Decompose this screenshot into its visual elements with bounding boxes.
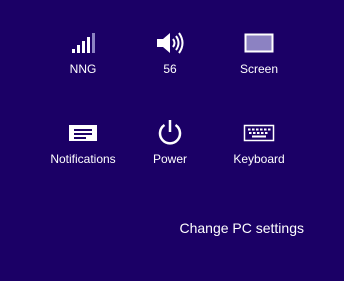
- keyboard-icon: [217, 115, 301, 151]
- keyboard-tile[interactable]: Keyboard: [217, 115, 301, 185]
- keyboard-label: Keyboard: [233, 152, 285, 166]
- power-icon: [128, 115, 212, 151]
- notifications-label: Notifications: [50, 152, 116, 166]
- wifi-signal-icon: [41, 25, 125, 61]
- volume-tile[interactable]: 56: [128, 25, 212, 95]
- notifications-icon: [41, 115, 125, 151]
- speaker-icon: [128, 25, 212, 61]
- volume-label: 56: [163, 62, 177, 76]
- network-label: NNG: [69, 62, 97, 76]
- notifications-tile[interactable]: Notifications: [41, 115, 125, 185]
- screen-label: Screen: [239, 62, 279, 76]
- power-label: Power: [152, 152, 187, 166]
- screen-tile[interactable]: Screen: [217, 25, 301, 95]
- power-tile[interactable]: Power: [128, 115, 212, 185]
- network-tile[interactable]: NNG: [41, 25, 125, 95]
- screen-icon: [217, 25, 301, 61]
- change-pc-settings-link[interactable]: Change PC settings: [179, 219, 304, 237]
